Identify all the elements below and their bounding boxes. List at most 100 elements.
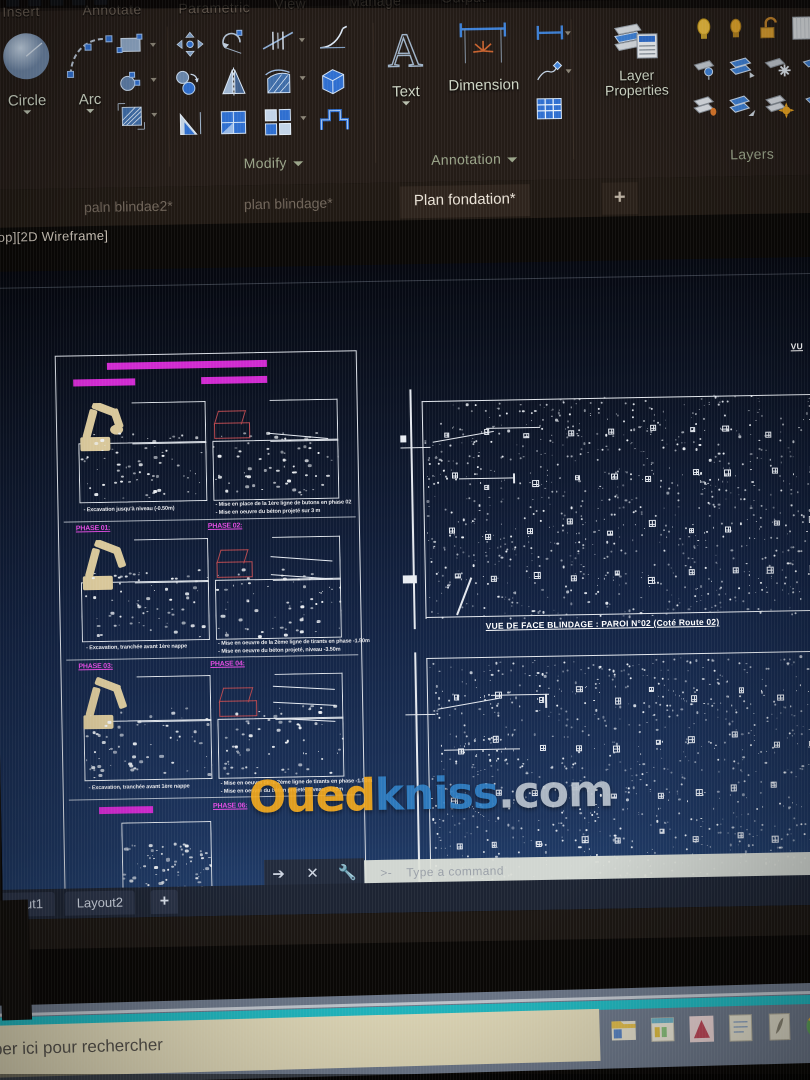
layer-isolate-button[interactable] [691,55,722,87]
drawing-canvas[interactable]: - Excavation jusqu'à niveau (-0.50m) - M… [0,256,810,902]
anchor-marker [649,424,656,431]
layer-freeze-button[interactable] [725,16,748,47]
modify-explode-button[interactable] [318,105,351,139]
anchor-marker [523,433,529,439]
anchor-marker [491,576,497,582]
autocad-icon[interactable] [684,1010,719,1049]
annotation-dimension-linear-button[interactable] [533,21,567,49]
layer-properties-button[interactable]: Layer Properties [585,17,688,99]
phase-diagram-sheet[interactable]: - Excavation jusqu'à niveau (-0.50m) - M… [54,350,372,901]
modify-mirror-button[interactable] [218,67,249,103]
document-tab-plan-blindage[interactable]: plan blindage* [230,187,347,221]
phase-cell-5[interactable] [83,674,213,782]
anchor-marker [695,789,703,797]
pdf-reader-icon[interactable] [762,1007,797,1046]
anchor-marker [724,526,731,533]
phase-cell-2[interactable] [212,398,340,501]
panel-layers-label: Layers [730,145,775,163]
anchor-marker [575,745,583,752]
layer-unlock-button[interactable] [804,91,810,124]
store-icon[interactable] [645,1011,680,1050]
phase-label-5-bar [98,806,154,815]
modify-scale-button[interactable] [176,108,207,144]
modify-trim-dropdown[interactable] [298,38,306,43]
modify-stretch-button[interactable] [261,66,294,102]
layer-match-button[interactable] [801,53,810,84]
canvas-top-rule [0,272,810,289]
draw-rectangle-dropdown[interactable] [149,42,157,48]
draw-polygon-dropdown[interactable] [150,77,157,82]
phase-cell-1[interactable] [78,401,208,504]
draw-hatch-button[interactable] [116,101,147,137]
modify-fillet-button[interactable] [317,25,350,59]
layer-merge-button[interactable] [692,93,723,127]
document-tab-plan-fondation[interactable]: Plan fondation* [399,184,530,219]
chrome-icon[interactable] [801,1006,810,1045]
dimension-icon [459,22,507,64]
elevation-view-1[interactable] [399,381,810,630]
phase-cell-6[interactable] [217,672,345,779]
anchor-marker [610,793,617,800]
anchor-marker [567,430,574,437]
draw-arc-dropdown[interactable] [86,109,95,114]
panel-modify: Modify [171,17,374,171]
anchor-marker [772,467,779,474]
phase-cell-4[interactable] [214,535,342,640]
draw-circle-button[interactable]: Circle [0,29,60,115]
wrench-icon[interactable]: 🔧 [338,863,357,881]
draw-circle-dropdown[interactable] [23,110,32,115]
file-explorer-icon[interactable] [606,1012,641,1051]
annotation-text-dropdown[interactable] [402,101,411,106]
notepad-icon[interactable] [723,1008,758,1047]
document-tab-paln-blindae2[interactable]: paln blindae2* [70,190,187,224]
modify-rotate-button[interactable] [218,27,249,63]
modify-trim-button[interactable] [261,28,296,58]
annotation-dimension-button[interactable]: Dimension [435,20,532,95]
modify-3d-array-button[interactable] [317,65,348,101]
anchor-marker [451,797,459,805]
phase-cell-3[interactable] [80,538,210,643]
layer-color-button[interactable] [791,15,810,46]
draw-arc-button[interactable]: Arc [61,28,119,114]
anchor-marker [724,469,732,477]
layer-on-button[interactable] [764,91,795,125]
annotation-table-button[interactable] [534,95,565,127]
layout-tab-2[interactable]: Layout2 [64,890,136,916]
anchor-marker [453,694,460,701]
modify-block-button[interactable] [262,106,295,142]
move-icon [176,31,204,57]
annotation-leader-button[interactable] [535,59,566,89]
hatch-icon [117,102,146,130]
taskbar-pinned-icons[interactable] [604,1000,810,1064]
monitor-screen: Insert Annotate Parametric View Manage O… [0,0,810,950]
modify-stretch-dropdown[interactable] [299,76,306,81]
anchor-marker [539,744,546,751]
modify-move-button[interactable] [175,30,206,64]
anchor-marker [531,789,538,797]
layer-lock-button[interactable] [757,15,784,46]
layer-off-button[interactable] [693,17,716,48]
modify-copy-button[interactable] [173,68,206,104]
viewport-label[interactable]: [-][Top][2D Wireframe] [0,228,108,245]
panel-modify-title[interactable]: Modify [173,153,373,173]
layout-tab-new[interactable]: + [150,889,179,915]
draw-polygon-button[interactable] [117,69,144,98]
anchor-marker [737,832,744,839]
anchor-marker [538,696,545,703]
panel-annotation-title[interactable]: Annotation [379,149,569,168]
cursor-icon[interactable]: ➔ [272,865,285,883]
modify-block-dropdown[interactable] [300,116,307,121]
annotation-text-button[interactable]: A Text [381,22,431,106]
windows-taskbar[interactable]: Taper ici pour rechercher [0,982,810,1080]
draw-hatch-dropdown[interactable] [151,112,158,117]
layer-freeze-icon [730,18,742,38]
close-icon[interactable]: ✕ [306,864,319,882]
layer-change-button[interactable] [728,92,759,126]
layer-unisolate-button[interactable] [727,54,758,86]
layer-freeze-2-button[interactable] [763,53,794,85]
panel-draw-title[interactable]: Draw [0,159,29,178]
document-tab-new[interactable]: + [601,182,638,215]
modify-array-rect-button[interactable] [218,107,251,143]
draw-rectangle-button[interactable] [115,33,146,65]
panel-layers-title[interactable]: Layers [677,145,810,164]
